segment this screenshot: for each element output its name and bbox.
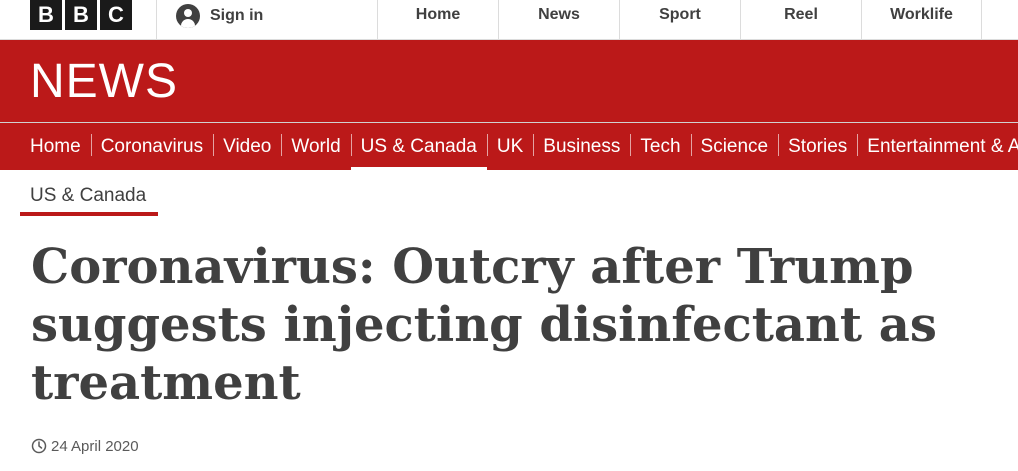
- section-nav-entertainment[interactable]: Entertainment & Arts: [857, 123, 1018, 170]
- bbc-logo[interactable]: B B C: [30, 0, 132, 30]
- clock-icon: [31, 438, 47, 454]
- news-banner: NEWS: [0, 40, 1018, 122]
- section-nav-list: Home Coronavirus Video World US & Canada…: [20, 123, 1018, 170]
- section-nav-tech[interactable]: Tech: [630, 123, 690, 170]
- global-header: B B C Sign in Home News Sport Reel Workl…: [0, 0, 1018, 40]
- section-nav-home[interactable]: Home: [20, 123, 91, 170]
- article-date: 24 April 2020: [31, 436, 139, 456]
- section-nav-uk[interactable]: UK: [486, 123, 533, 170]
- bbc-logo-letter: B: [65, 0, 97, 30]
- article-headline: Coronavirus: Outcry after Trump suggests…: [31, 239, 937, 411]
- subsection-underline: [20, 212, 158, 216]
- section-nav-stories[interactable]: Stories: [778, 123, 857, 170]
- bbc-logo-letter: C: [100, 0, 132, 30]
- global-nav-sport[interactable]: Sport: [619, 0, 740, 40]
- sign-in-link[interactable]: Sign in: [176, 4, 263, 28]
- global-nav-news[interactable]: News: [498, 0, 619, 40]
- sign-in-label: Sign in: [210, 7, 264, 24]
- section-nav-world[interactable]: World: [281, 123, 350, 170]
- header-divider: [156, 0, 157, 40]
- global-nav-reel[interactable]: Reel: [740, 0, 861, 40]
- section-nav-video[interactable]: Video: [213, 123, 281, 170]
- global-nav-worklife[interactable]: Worklife: [861, 0, 982, 40]
- news-logo[interactable]: NEWS: [30, 56, 178, 108]
- article-date-text: 24 April 2020: [51, 437, 139, 455]
- section-nav-business[interactable]: Business: [533, 123, 630, 170]
- section-nav-science[interactable]: Science: [690, 123, 779, 170]
- section-nav-us-canada[interactable]: US & Canada: [350, 123, 488, 170]
- section-nav: Home Coronavirus Video World US & Canada…: [0, 122, 1018, 170]
- subsection-link[interactable]: US & Canada: [20, 176, 156, 216]
- user-icon: [176, 4, 200, 28]
- global-nav-home[interactable]: Home: [377, 0, 498, 40]
- section-nav-coronavirus[interactable]: Coronavirus: [90, 123, 213, 170]
- global-nav: Home News Sport Reel Worklife: [377, 0, 982, 40]
- bbc-logo-letter: B: [30, 0, 62, 30]
